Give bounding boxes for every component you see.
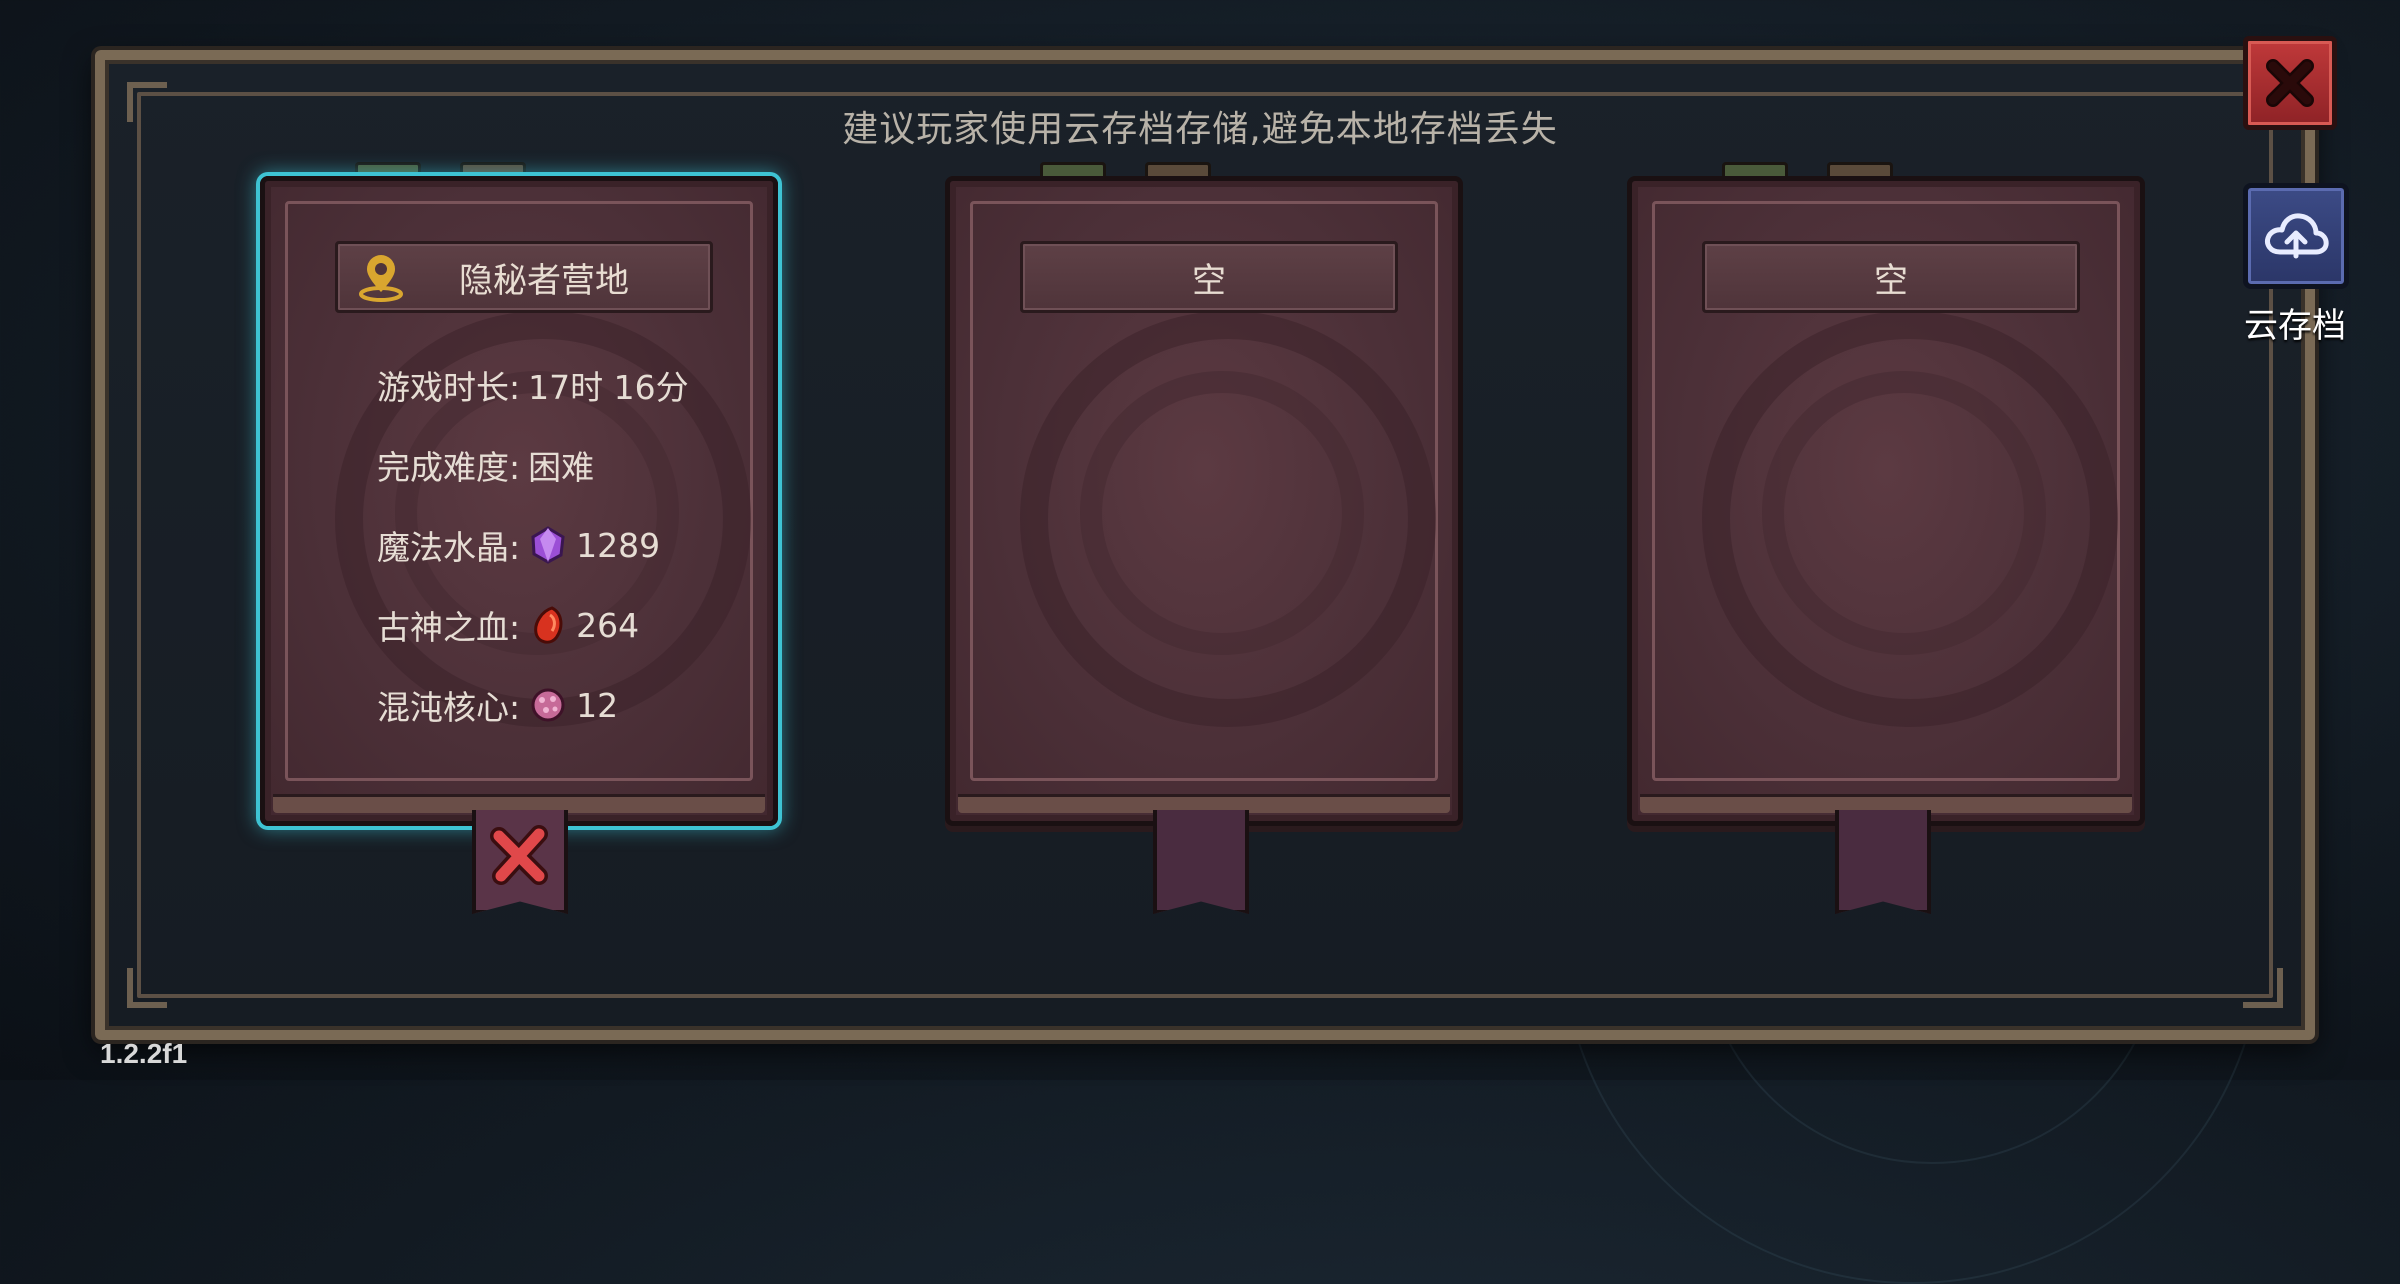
chaos-core-icon (531, 688, 565, 722)
book-cover-pattern (1762, 371, 2046, 655)
stat-playtime: 游戏时长: 17时 16分 (377, 361, 743, 409)
stat-label: 古神之血: (377, 608, 521, 647)
cloud-upload-icon (2265, 213, 2329, 259)
stat-value: 17时 16分 (528, 368, 689, 407)
cloud-save-hint: 建议玩家使用云存档存储,避免本地存档丢失 (842, 109, 1558, 150)
slot-title: 隐秘者营地 (459, 260, 629, 301)
slot-title: 空 (1192, 260, 1226, 301)
slot-title-bar: 隐秘者营地 (335, 241, 713, 313)
version-label: 1.2.2f1 (100, 1038, 188, 1069)
stat-chaos-core: 混沌核心: 12 (377, 681, 743, 729)
close-icon (2266, 59, 2314, 107)
slot-title-bar: 空 (1702, 241, 2080, 313)
stat-value: 1289 (576, 525, 661, 565)
bookmark-ribbon (1153, 810, 1249, 914)
save-book[interactable]: 隐秘者营地 游戏时长: 17时 16分 完成难度: 困难 魔法水晶: 1289 … (260, 176, 778, 826)
close-icon (490, 825, 548, 885)
save-book[interactable]: 空 (945, 176, 1463, 826)
stat-value: 困难 (528, 448, 595, 487)
stat-label: 游戏时长: (377, 368, 521, 407)
slot-title: 空 (1874, 260, 1908, 301)
stat-label: 完成难度: (377, 448, 521, 487)
save-book[interactable]: 空 (1627, 176, 2145, 826)
stat-ancient-blood: 古神之血: 264 (377, 601, 743, 649)
slot-title-bar: 空 (1020, 241, 1398, 313)
book-cover-pattern (1080, 371, 1364, 655)
stat-magic-crystal: 魔法水晶: 1289 (377, 521, 743, 569)
cloud-save-label: 云存档 (2244, 306, 2346, 346)
bookmark-ribbon (1835, 810, 1931, 914)
red-blood-gem-icon (534, 606, 563, 644)
delete-save-button[interactable] (472, 810, 568, 914)
stat-label: 混沌核心: (377, 688, 521, 727)
stat-value: 12 (576, 685, 619, 725)
purple-crystal-icon (531, 526, 565, 564)
stat-difficulty: 完成难度: 困难 (377, 441, 743, 489)
corner-ornament (2243, 968, 2283, 1008)
save-slot-2[interactable]: 空 (945, 162, 1465, 930)
corner-ornament (127, 968, 167, 1008)
location-pin-icon (359, 255, 403, 302)
slot-stats: 游戏时长: 17时 16分 完成难度: 困难 魔法水晶: 1289 古神之血: (377, 361, 743, 761)
stat-value: 264 (576, 605, 640, 645)
close-button[interactable] (2243, 36, 2337, 130)
stat-label: 魔法水晶: (377, 528, 521, 567)
save-slot-1[interactable]: 隐秘者营地 游戏时长: 17时 16分 完成难度: 困难 魔法水晶: 1289 … (260, 162, 780, 930)
save-slot-3[interactable]: 空 (1627, 162, 2147, 930)
cloud-save-button[interactable] (2243, 183, 2349, 289)
